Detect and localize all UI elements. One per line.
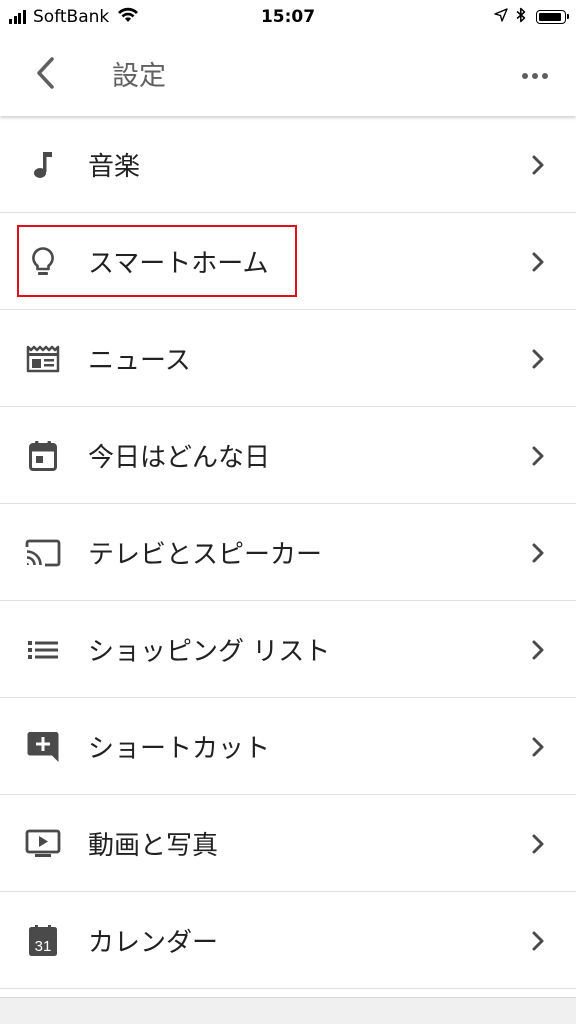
chevron-right-icon [528,213,548,310]
chevron-right-icon [528,407,548,504]
settings-item-label: スマートホーム [88,249,269,279]
settings-item-videos-photos[interactable]: 動画と写真 [0,795,576,892]
settings-item-label: 今日はどんな日 [88,443,271,473]
settings-item-news[interactable]: ニュース [0,310,576,407]
chevron-right-icon [528,892,548,989]
add-comment-icon [22,698,64,795]
list-footer [0,997,576,1024]
settings-item-label: ショッピング リスト [88,637,331,667]
calendar-day-icon [22,407,64,504]
back-button[interactable] [22,52,68,98]
google-calendar-icon: 31 [22,892,64,989]
settings-item-shopping-list[interactable]: ショッピング リスト [0,601,576,698]
chevron-right-icon [528,698,548,795]
settings-item-tv-speakers[interactable]: テレビとスピーカー [0,504,576,601]
settings-item-music[interactable]: 音楽 [0,116,576,213]
news-icon [22,310,64,407]
cast-icon [22,504,64,601]
settings-item-label: ショートカット [88,734,271,764]
settings-item-label: カレンダー [88,928,219,958]
chevron-right-icon [528,116,548,213]
status-bar: SoftBank 15:07 [0,0,576,34]
settings-item-shortcuts[interactable]: ショートカット [0,698,576,795]
video-play-icon [22,795,64,892]
settings-item-label: テレビとスピーカー [88,540,323,570]
lightbulb-icon [22,213,64,310]
more-options-button[interactable] [514,54,556,94]
page-title: 設定 [112,60,166,92]
app-bar: 設定 [0,34,576,116]
chevron-left-icon [34,56,56,94]
settings-item-label: ニュース [88,346,191,376]
settings-item-calendar[interactable]: 31 カレンダー [0,892,576,989]
chevron-right-icon [528,504,548,601]
bluetooth-icon [516,7,526,28]
settings-item-label: 動画と写真 [88,831,219,861]
more-horiz-icon [521,65,549,84]
chevron-right-icon [528,310,548,407]
status-time: 15:07 [260,7,316,27]
settings-item-smart-home[interactable]: スマートホーム [0,213,576,310]
calendar-icon-date: 31 [35,938,52,955]
music-note-icon [22,116,64,213]
battery-icon [536,10,569,24]
status-right [494,0,569,34]
settings-item-today[interactable]: 今日はどんな日 [0,407,576,504]
location-arrow-icon [494,7,508,27]
settings-list: 音楽 スマートホーム ニュース 今日はどんな日 テレビとスピーカー ショッピング… [0,116,576,989]
chevron-right-icon [528,795,548,892]
list-icon [22,601,64,698]
chevron-right-icon [528,601,548,698]
settings-item-label: 音楽 [88,152,141,182]
